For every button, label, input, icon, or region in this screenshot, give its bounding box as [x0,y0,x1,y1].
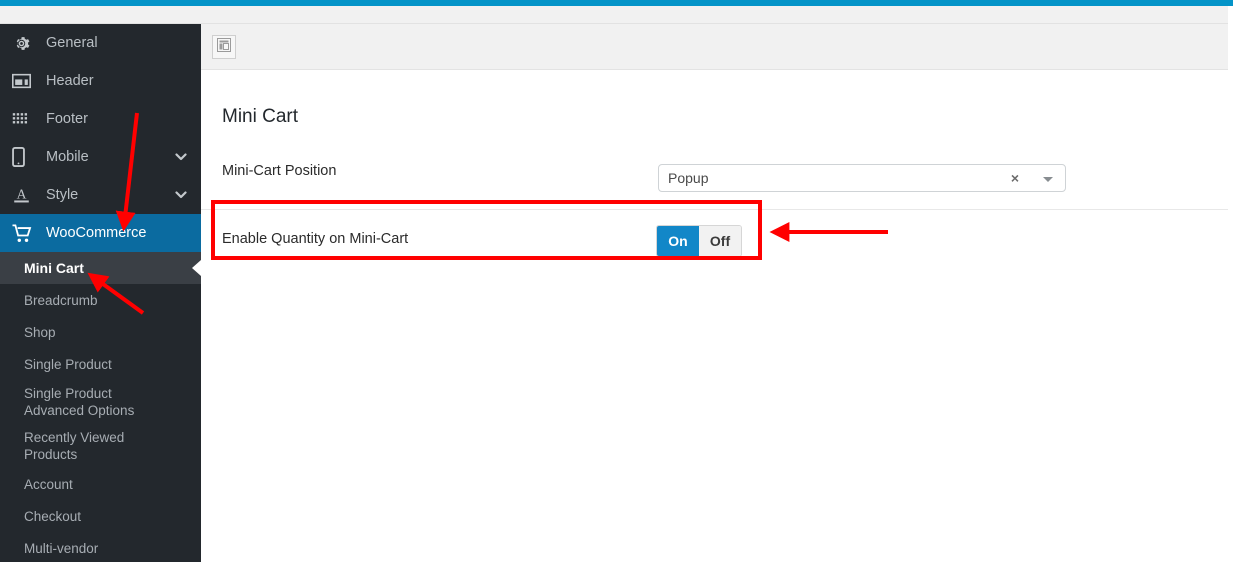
sidebar-subitem-checkout[interactable]: Checkout [0,500,201,532]
sidebar-item-header[interactable]: Header [0,62,201,100]
main-content: Mini Cart Mini-Cart Position Popup × Ena… [201,24,1233,562]
field-row-mini-cart-position: Mini-Cart Position Popup × [201,146,1233,210]
mobile-phone-icon [12,147,38,167]
sidebar: General Header Footer Mobile A Style Woo… [0,24,201,562]
sidebar-subitem-label: Recently Viewed Products [24,430,125,462]
sidebar-subitem-account[interactable]: Account [0,468,201,500]
field-row-enable-quantity: Enable Quantity on Mini-Cart On Off [201,211,1233,271]
panel-layout-toggle-button[interactable] [212,35,236,59]
header-layout-icon [12,71,38,91]
mini-cart-position-value: Popup [668,170,709,186]
mini-cart-position-select[interactable]: Popup × [658,164,1066,192]
sidebar-item-label: Footer [46,111,88,127]
clear-selection-icon[interactable]: × [1011,169,1019,188]
toggle-option-on[interactable]: On [657,226,699,256]
sidebar-item-mobile[interactable]: Mobile [0,138,201,176]
chevron-down-icon[interactable] [175,189,187,201]
top-admin-strip [0,6,1233,24]
sidebar-item-general[interactable]: General [0,24,201,62]
sidebar-item-label: General [46,35,98,51]
sidebar-item-label: Header [46,73,94,89]
sidebar-subitem-mini-cart[interactable]: Mini Cart [0,252,201,284]
sidebar-subitem-label: Account [24,476,73,492]
right-gutter [1228,6,1233,562]
sidebar-subitem-label: Mini Cart [24,259,84,276]
sidebar-subitem-recently-viewed-products[interactable]: Recently Viewed Products [0,424,201,468]
toggle-option-off[interactable]: Off [699,226,741,256]
sidebar-subitem-single-product-advanced-options[interactable]: Single Product Advanced Options [0,380,201,424]
sidebar-subitem-label: Breadcrumb [24,292,98,308]
sidebar-subitem-label: Shop [24,324,56,340]
sidebar-subitem-shop[interactable]: Shop [0,316,201,348]
typography-a-icon: A [12,185,38,205]
sidebar-item-label: WooCommerce [46,225,147,241]
chevron-down-icon[interactable] [175,151,187,163]
gear-icon [12,33,38,53]
shopping-cart-icon [12,223,38,243]
enable-quantity-toggle[interactable]: On Off [656,225,742,257]
sidebar-item-label: Style [46,187,79,203]
sidebar-subitem-label: Single Product [24,356,112,372]
sidebar-item-woocommerce[interactable]: WooCommerce [0,214,201,252]
sidebar-subitem-label: Single Product Advanced Options [24,386,135,418]
sidebar-item-footer[interactable]: Footer [0,100,201,138]
sidebar-item-label: Mobile [46,149,89,165]
sidebar-subitem-label: Checkout [24,508,82,524]
chevron-down-icon[interactable] [1043,177,1053,182]
footer-grid-icon [12,109,38,129]
sidebar-subitem-breadcrumb[interactable]: Breadcrumb [0,284,201,316]
sidebar-subitem-label: Multi-vendor [24,540,99,556]
toolbar [201,24,1233,70]
enable-quantity-label: Enable Quantity on Mini-Cart [222,231,409,247]
sidebar-subitem-single-product[interactable]: Single Product [0,348,201,380]
panel-layout-icon [217,37,231,57]
mini-cart-position-label: Mini-Cart Position [222,163,337,179]
page-title: Mini Cart [222,106,299,127]
current-page-caret-icon [192,260,201,276]
sidebar-item-style[interactable]: A Style [0,176,201,214]
sidebar-subitem-multi-vendor[interactable]: Multi-vendor [0,532,201,564]
svg-text:A: A [17,187,27,202]
